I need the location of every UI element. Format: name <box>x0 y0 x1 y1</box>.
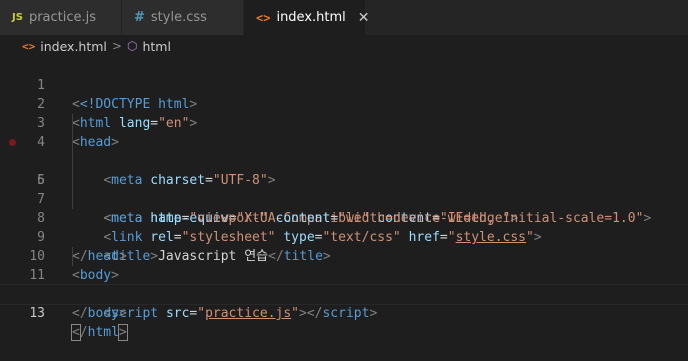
indent-guide <box>72 114 73 133</box>
breadcrumb-file[interactable]: index.html <box>40 39 107 54</box>
symbol-cube-icon: ⬡ <box>126 39 138 53</box>
close-icon[interactable]: ✕ <box>358 10 370 26</box>
code-line[interactable]: 3 <head> <box>0 95 688 150</box>
indent-guide <box>72 190 73 209</box>
tab-practice-js[interactable]: JS practice.js <box>0 0 122 35</box>
code-line[interactable]: 2 <html lang="en"> <box>0 76 688 131</box>
code-line[interactable]: 10 <body> <box>0 228 688 283</box>
html-file-icon: <> <box>256 10 271 25</box>
code-line[interactable]: 5 <meta http-equiv="X-UA-Compatible" con… <box>0 133 688 226</box>
tab-label: practice.js <box>28 10 97 25</box>
code-line[interactable]: 12 </body> <box>0 266 688 321</box>
code-line[interactable]: 7 <link rel="stylesheet" type="text/css"… <box>0 171 688 245</box>
tab-bar: JS practice.js # style.css <> index.html… <box>0 0 688 35</box>
line-number: 13 <box>29 306 45 321</box>
code-line[interactable]: 9 </head> <box>0 209 688 264</box>
tab-label: index.html <box>276 10 346 25</box>
chevron-right-icon: > <box>111 39 122 53</box>
tab-label: style.css <box>150 10 207 25</box>
breadcrumb-symbol[interactable]: html <box>142 39 170 54</box>
tab-index-html[interactable]: <> index.html ✕ <box>244 0 370 35</box>
breakpoint-icon[interactable] <box>9 139 16 146</box>
indent-guide <box>72 133 73 152</box>
indent-guide <box>72 152 73 171</box>
javascript-file-icon: JS <box>12 12 23 23</box>
code-line[interactable]: 1 <<!DOCTYPE html> <box>0 57 688 112</box>
tab-style-css[interactable]: # style.css <box>122 0 244 35</box>
breadcrumb: <> index.html > ⬡ html <box>0 35 688 57</box>
link-src[interactable]: practice.js <box>205 306 291 321</box>
code-line[interactable]: 11 <script src="practice.js"></script> <box>0 247 688 321</box>
code-line-current[interactable]: 13 </html> <box>0 284 688 341</box>
code-line[interactable]: 8 <title>Javascript 연습</title> <box>0 190 688 264</box>
code-line[interactable]: 4 <meta charset="UTF-8"> <box>0 114 688 188</box>
css-file-icon: # <box>134 10 145 25</box>
indent-guide <box>72 247 73 266</box>
code-line[interactable]: 6 <meta name="viewport" content="width=d… <box>0 152 688 226</box>
code-editor[interactable]: 1 <<!DOCTYPE html> 2 <html lang="en"> 3 … <box>0 57 688 341</box>
indent-guide <box>72 171 73 190</box>
html-file-icon: <> <box>22 39 36 53</box>
